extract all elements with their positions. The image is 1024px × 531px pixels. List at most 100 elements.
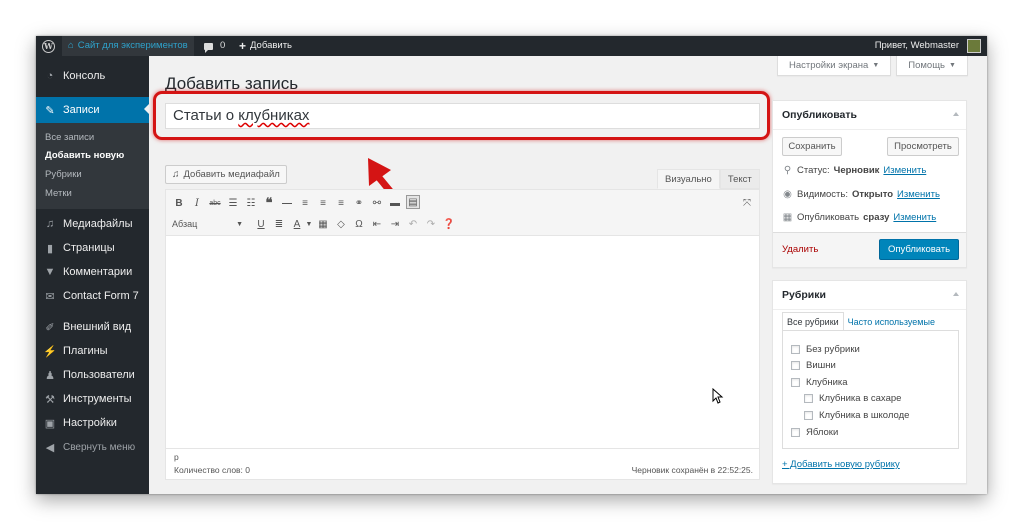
redo-icon[interactable]: ↷: [424, 217, 438, 231]
publish-box: Опубликовать Сохранить Просмотреть ⚲ Ста…: [772, 100, 967, 268]
visibility-value: Открыто: [852, 189, 894, 200]
numbered-list-icon[interactable]: ☷: [244, 196, 258, 210]
sidebar-item-label: Настройки: [63, 417, 117, 429]
special-character-icon[interactable]: Ω: [352, 217, 366, 231]
editor-mode-tabs: Визуально Текст: [657, 169, 760, 189]
paste-text-icon[interactable]: ▦: [316, 217, 330, 231]
sidebar-item-tools[interactable]: ⚒ Инструменты: [36, 387, 149, 411]
sidebar-item-plugins[interactable]: ⚡ Плагины: [36, 339, 149, 363]
tab-visual[interactable]: Визуально: [657, 169, 720, 189]
site-name-link[interactable]: ⌂ Сайт для экспериментов: [62, 36, 194, 56]
comments-link[interactable]: 0: [204, 36, 225, 56]
sidebar-item-label: Комментарии: [63, 266, 133, 278]
indent-icon[interactable]: ⇥: [388, 217, 402, 231]
align-left-icon[interactable]: ≡: [298, 196, 312, 210]
horizontal-line-icon[interactable]: —: [280, 196, 294, 210]
mouse-cursor-icon: [712, 388, 724, 404]
sidebar-item-users[interactable]: ♟ Пользователи: [36, 363, 149, 387]
checkbox[interactable]: [791, 378, 800, 387]
category-item[interactable]: Клубника: [791, 377, 848, 388]
category-item[interactable]: Клубника в школоде: [804, 410, 909, 421]
outdent-icon[interactable]: ⇤: [370, 217, 384, 231]
checkbox[interactable]: [791, 428, 800, 437]
mail-icon: ✉: [45, 290, 55, 303]
move-to-trash-link[interactable]: Удалить: [782, 244, 818, 255]
tab-all-categories[interactable]: Все рубрики: [782, 312, 844, 331]
sidebar-item-label: Пользователи: [63, 369, 135, 381]
blockquote-icon[interactable]: ❝: [262, 195, 276, 210]
read-more-icon[interactable]: ▬: [388, 196, 402, 210]
sidebar-item-label: Внешний вид: [63, 321, 132, 333]
underline-icon[interactable]: U: [254, 217, 268, 231]
screen-options-button[interactable]: Настройки экрана ▼: [777, 56, 892, 76]
align-right-icon[interactable]: ≡: [334, 196, 348, 210]
tab-text[interactable]: Текст: [719, 169, 760, 189]
checkbox[interactable]: [791, 361, 800, 370]
submenu-add-new[interactable]: Добавить новую: [45, 150, 124, 161]
category-item[interactable]: Вишни: [791, 360, 836, 371]
sidebar-item-label: Записи: [63, 104, 100, 116]
collapse-arrow-icon[interactable]: [953, 112, 959, 116]
fullscreen-icon[interactable]: ⤧: [740, 196, 754, 210]
account-menu[interactable]: Привет, Webmaster: [875, 36, 981, 56]
link-icon[interactable]: ⚭: [352, 196, 366, 210]
checkbox[interactable]: [804, 411, 813, 420]
chevron-down-icon: ▼: [948, 62, 956, 69]
content-editor: B I abc ☰ ☷ ❝ — ≡ ≡ ≡ ⚭ ⚯ ▬ ▤ ⤧ Абзац ▼ …: [165, 189, 760, 480]
admin-sidebar: ◔ Консоль ✎ Записи Все записи Добавить н…: [36, 56, 149, 494]
tab-popular-categories[interactable]: Часто используемые: [844, 312, 939, 331]
toolbar-toggle-icon[interactable]: ▤: [406, 195, 420, 209]
add-new-category-link[interactable]: + Добавить новую рубрику: [782, 459, 900, 470]
sidebar-item-media[interactable]: ♫ Медиафайлы: [36, 212, 149, 236]
italic-icon[interactable]: I: [190, 196, 204, 210]
edit-schedule-link[interactable]: Изменить: [893, 212, 936, 223]
sidebar-item-appearance[interactable]: ✐ Внешний вид: [36, 315, 149, 339]
publish-button[interactable]: Опубликовать: [879, 239, 959, 260]
clear-formatting-icon[interactable]: ◇: [334, 217, 348, 231]
chevron-down-icon[interactable]: ▼: [302, 217, 316, 231]
bullet-list-icon[interactable]: ☰: [226, 196, 240, 210]
save-draft-button[interactable]: Сохранить: [782, 137, 842, 156]
help-button[interactable]: Помощь ▼: [896, 56, 968, 76]
schedule-value: сразу: [863, 212, 890, 223]
unlink-icon[interactable]: ⚯: [370, 196, 384, 210]
category-label: Клубника: [806, 377, 848, 388]
category-item[interactable]: Клубника в сахаре: [804, 393, 901, 404]
format-select-value: Абзац: [172, 219, 198, 229]
justify-icon[interactable]: ≣: [272, 217, 286, 231]
strikethrough-icon[interactable]: abc: [208, 196, 222, 210]
category-checklist: Без рубрики Вишни Клубника Клубника в са…: [782, 330, 959, 449]
sidebar-item-dashboard[interactable]: ◔ Консоль: [36, 64, 149, 88]
sidebar-item-pages[interactable]: ▮ Страницы: [36, 236, 149, 260]
submenu-categories[interactable]: Рубрики: [45, 169, 82, 180]
undo-icon[interactable]: ↶: [406, 217, 420, 231]
submenu-all-posts[interactable]: Все записи: [45, 132, 94, 143]
sidebar-item-comments[interactable]: ▼ Комментарии: [36, 260, 149, 284]
edit-visibility-link[interactable]: Изменить: [897, 189, 940, 200]
sidebar-item-settings[interactable]: ▣ Настройки: [36, 411, 149, 435]
category-label: Яблоки: [806, 427, 839, 438]
keyboard-help-icon[interactable]: ❓: [442, 217, 456, 231]
add-media-button[interactable]: ♫ Добавить медиафайл: [165, 165, 287, 184]
collapse-icon: ◀: [45, 441, 55, 454]
add-new-menu[interactable]: + Добавить: [239, 36, 292, 56]
media-icon: ♫: [172, 169, 180, 180]
align-center-icon[interactable]: ≡: [316, 196, 330, 210]
bold-icon[interactable]: B: [172, 196, 186, 210]
sidebar-item-posts[interactable]: ✎ Записи: [36, 97, 149, 123]
submenu-tags[interactable]: Метки: [45, 188, 72, 199]
collapse-menu-button[interactable]: ◀ Свернуть меню: [36, 435, 149, 459]
sidebar-item-contact-form[interactable]: ✉ Contact Form 7: [36, 284, 149, 308]
checkbox[interactable]: [791, 345, 800, 354]
edit-status-link[interactable]: Изменить: [883, 165, 926, 176]
checkbox[interactable]: [804, 394, 813, 403]
dashboard-icon: ◔: [46, 70, 54, 82]
preview-button[interactable]: Просмотреть: [887, 137, 959, 156]
category-item[interactable]: Яблоки: [791, 427, 838, 438]
wp-logo-button[interactable]: W: [42, 36, 55, 56]
format-select[interactable]: Абзац ▼: [172, 217, 247, 231]
category-item[interactable]: Без рубрики: [791, 344, 860, 355]
help-label: Помощь: [908, 60, 945, 71]
collapse-arrow-icon[interactable]: [953, 292, 959, 296]
sidebar-item-label: Страницы: [63, 242, 115, 254]
